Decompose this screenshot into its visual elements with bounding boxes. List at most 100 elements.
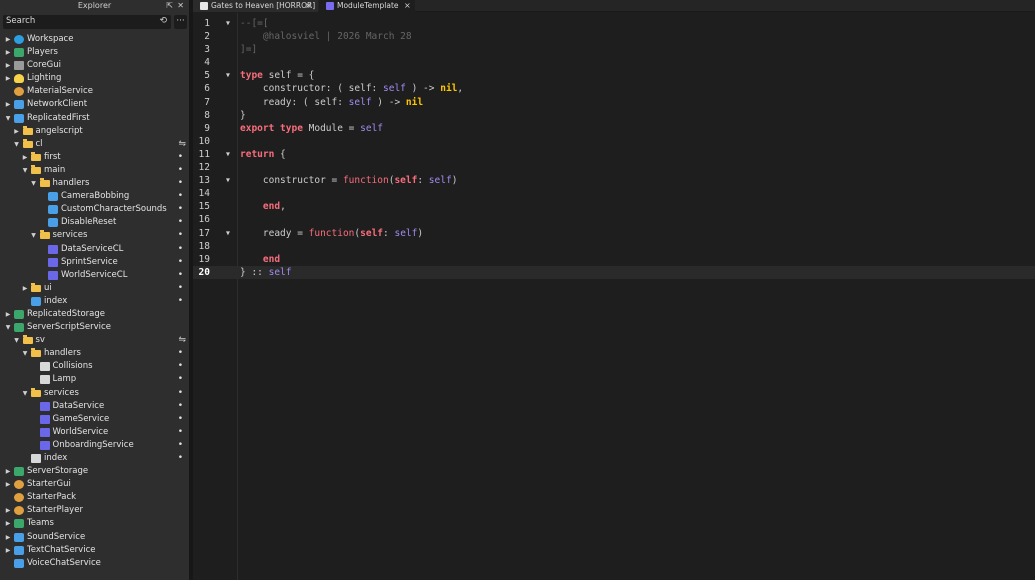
tab-close-icon[interactable]: × [404, 0, 411, 12]
chevron-right-icon[interactable]: ▶ [4, 465, 12, 478]
chevron-right-icon[interactable]: ▶ [21, 151, 29, 164]
tree-item-networkclient[interactable]: ▶ NetworkClient [0, 98, 189, 111]
tree-item-handlers[interactable]: ▼ handlers • [0, 177, 189, 190]
tree-item-cl[interactable]: ▼ cl ⇋ [0, 138, 189, 151]
code-line[interactable]: 16 [193, 213, 1035, 226]
tree-item-onboardingservice[interactable]: OnboardingService • [0, 439, 189, 452]
chevron-down-icon[interactable]: ▼ [21, 347, 29, 360]
fold-chevron-icon[interactable]: ▼ [226, 227, 230, 240]
tree-item-main[interactable]: ▼ main • [0, 164, 189, 177]
code-line[interactable]: 9 export type Module = self [193, 122, 1035, 135]
code-line[interactable]: 14 [193, 187, 1035, 200]
tree-item-lighting[interactable]: ▶ Lighting [0, 72, 189, 85]
code-line[interactable]: 13 ▼ constructor = function(self: self) [193, 174, 1035, 187]
tree-item-materialservice[interactable]: MaterialService [0, 85, 189, 98]
tree-item-replicatedfirst[interactable]: ▼ ReplicatedFirst [0, 112, 189, 125]
tree-item-sv[interactable]: ▼ sv ⇋ [0, 334, 189, 347]
tree-item-collisions[interactable]: Collisions • [0, 360, 189, 373]
sync-icon[interactable]: ⇋ [178, 138, 186, 151]
code-editor[interactable]: 1 ▼ --[=[2 @halosviel | 2026 March 28 3]=] 4… [193, 13, 1035, 580]
tree-item-sprintservice[interactable]: SprintService • [0, 256, 189, 269]
fold-chevron-icon[interactable]: ▼ [226, 174, 230, 187]
tree-item-worldservicecl[interactable]: WorldServiceCL • [0, 269, 189, 282]
tree-item-worldservice[interactable]: WorldService • [0, 426, 189, 439]
chevron-right-icon[interactable]: ▶ [4, 544, 12, 557]
tree-item-starterplayer[interactable]: ▶ StarterPlayer [0, 504, 189, 517]
tree-item-voicechatservice[interactable]: VoiceChatService [0, 557, 189, 570]
fold-chevron-icon[interactable]: ▼ [226, 148, 230, 161]
code-line[interactable]: 18 [193, 240, 1035, 253]
code-line[interactable]: 1 ▼ --[=[ [193, 17, 1035, 30]
tree-item-textchatservice[interactable]: ▶ TextChatService [0, 544, 189, 557]
fold-chevron-icon[interactable]: ▼ [226, 69, 230, 82]
chevron-right-icon[interactable]: ▶ [4, 478, 12, 491]
code-line[interactable]: 11 ▼ return { [193, 148, 1035, 161]
chevron-right-icon[interactable]: ▶ [4, 33, 12, 46]
tree-item-services[interactable]: ▼ services • [0, 229, 189, 242]
code-line[interactable]: 19 end [193, 253, 1035, 266]
tree-item-serverscriptservice[interactable]: ▼ ServerScriptService [0, 321, 189, 334]
tree-item-workspace[interactable]: ▶ Workspace [0, 33, 189, 46]
chevron-down-icon[interactable]: ▼ [21, 164, 29, 177]
tree-item-teams[interactable]: ▶ Teams [0, 517, 189, 530]
tab-moduletemplate[interactable]: ModuleTemplate × [319, 0, 415, 12]
chevron-right-icon[interactable]: ▶ [13, 125, 21, 138]
tree-item-serverstorage[interactable]: ▶ ServerStorage [0, 465, 189, 478]
chevron-right-icon[interactable]: ▶ [21, 282, 29, 295]
tree-item-services[interactable]: ▼ services • [0, 387, 189, 400]
tree-item-index[interactable]: index • [0, 295, 189, 308]
search-input[interactable]: Search ⟲ [3, 15, 171, 29]
more-options-button[interactable]: ··· [174, 15, 187, 29]
chevron-down-icon[interactable]: ▼ [4, 112, 12, 125]
chevron-right-icon[interactable]: ▶ [4, 98, 12, 111]
code-line[interactable]: 15 end, [193, 200, 1035, 213]
chevron-right-icon[interactable]: ▶ [4, 504, 12, 517]
tree-item-startergui[interactable]: ▶ StarterGui [0, 478, 189, 491]
chevron-right-icon[interactable]: ▶ [4, 531, 12, 544]
tree-item-index[interactable]: index • [0, 452, 189, 465]
tree-item-gameservice[interactable]: GameService • [0, 413, 189, 426]
chevron-down-icon[interactable]: ▼ [21, 387, 29, 400]
chevron-right-icon[interactable]: ▶ [4, 517, 12, 530]
chevron-right-icon[interactable]: ▶ [4, 72, 12, 85]
tree-item-handlers[interactable]: ▼ handlers • [0, 347, 189, 360]
code-line[interactable]: 4 [193, 56, 1035, 69]
tab-close-icon[interactable]: × [305, 0, 312, 12]
sync-icon[interactable]: ⇋ [178, 334, 186, 347]
tree-item-dataservicecl[interactable]: DataServiceCL • [0, 243, 189, 256]
undock-icon[interactable]: ⇱ [166, 0, 173, 12]
tree-item-disablereset[interactable]: DisableReset • [0, 216, 189, 229]
tree-item-first[interactable]: ▶ first • [0, 151, 189, 164]
tree-item-ui[interactable]: ▶ ui • [0, 282, 189, 295]
chevron-right-icon[interactable]: ▶ [4, 46, 12, 59]
chevron-down-icon[interactable]: ▼ [13, 138, 21, 151]
tree-item-customcharactersounds[interactable]: CustomCharacterSounds • [0, 203, 189, 216]
chevron-down-icon[interactable]: ▼ [30, 229, 38, 242]
code-line[interactable]: 20} :: self [193, 265, 1035, 279]
tree-item-starterpack[interactable]: StarterPack [0, 491, 189, 504]
fold-chevron-icon[interactable]: ▼ [226, 17, 230, 30]
tree-item-dataservice[interactable]: DataService • [0, 400, 189, 413]
code-line[interactable]: 17 ▼ ready = function(self: self) [193, 227, 1035, 240]
tree-item-coregui[interactable]: ▶ CoreGui [0, 59, 189, 72]
code-line[interactable]: 3]=] [193, 43, 1035, 56]
code-line[interactable]: 8} [193, 109, 1035, 122]
tab-place[interactable]: Gates to Heaven [HORROR] × [193, 0, 318, 12]
chevron-right-icon[interactable]: ▶ [4, 308, 12, 321]
history-icon[interactable]: ⟲ [159, 16, 167, 26]
tree-item-soundservice[interactable]: ▶ SoundService [0, 531, 189, 544]
tree-item-angelscript[interactable]: ▶ angelscript [0, 125, 189, 138]
code-line[interactable]: 6 constructor: ( self: self ) -> nil, [193, 82, 1035, 95]
code-line[interactable]: 2 @halosviel | 2026 March 28 [193, 30, 1035, 43]
code-line[interactable]: 10 [193, 135, 1035, 148]
chevron-down-icon[interactable]: ▼ [13, 334, 21, 347]
tree-item-lamp[interactable]: Lamp • [0, 373, 189, 386]
code-line[interactable]: 7 ready: ( self: self ) -> nil [193, 96, 1035, 109]
tree-item-replicatedstorage[interactable]: ▶ ReplicatedStorage [0, 308, 189, 321]
code-line[interactable]: 5 ▼ type self = { [193, 69, 1035, 82]
chevron-right-icon[interactable]: ▶ [4, 59, 12, 72]
close-icon[interactable]: ✕ [177, 0, 184, 12]
tree-item-players[interactable]: ▶ Players [0, 46, 189, 59]
tree-item-camerabobbing[interactable]: CameraBobbing • [0, 190, 189, 203]
code-line[interactable]: 12 [193, 161, 1035, 174]
